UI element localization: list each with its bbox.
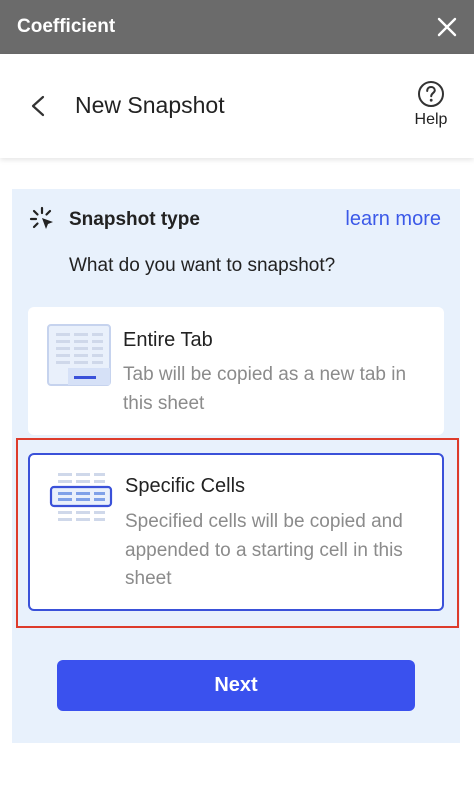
page-header: New Snapshot Help: [0, 54, 474, 158]
question-circle-icon: [418, 81, 444, 107]
app-title: Coefficient: [17, 16, 116, 37]
option-title: Specific Cells: [125, 475, 246, 497]
next-button[interactable]: Next: [57, 660, 415, 711]
option-description: Tab will be copied as a new tab in this …: [123, 364, 407, 414]
page-title: New Snapshot: [75, 92, 225, 118]
section-title: Snapshot type: [69, 209, 200, 230]
title-bar: Coefficient: [0, 0, 474, 54]
snapshot-question: What do you want to snapshot?: [69, 255, 336, 276]
chevron-left-icon[interactable]: [26, 92, 50, 120]
help-button[interactable]: Help: [406, 80, 456, 129]
learn-more-link[interactable]: learn more: [345, 208, 441, 231]
option-entire-tab[interactable]: Entire Tab Tab will be copied as a new t…: [28, 307, 444, 435]
cell-range-icon: [49, 473, 113, 521]
close-icon[interactable]: [436, 16, 458, 38]
option-title: Entire Tab: [123, 329, 213, 351]
sheet-tab-icon: [47, 324, 111, 386]
option-description: Specified cells will be copied and appen…: [125, 511, 403, 589]
option-specific-cells[interactable]: Specific Cells Specified cells will be c…: [28, 453, 444, 611]
sparkle-icon: [29, 206, 53, 229]
help-label: Help: [414, 111, 448, 128]
